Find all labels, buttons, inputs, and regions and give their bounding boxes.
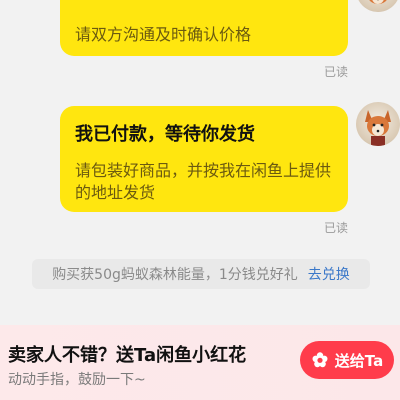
read-status: 已读 [323,65,348,79]
fox-avatar-icon [369,0,387,4]
avatar[interactable] [356,102,400,146]
send-flower-title: 卖家人不错？送Ta闲鱼小红花 [8,345,247,366]
avatar[interactable] [356,0,400,12]
message-title: 我已付款，等待你发货 [75,124,255,145]
send-flower-label: 送给Ta [334,351,384,370]
send-flower-description: 动动手指，鼓励一下~ [8,372,146,388]
message-subtitle: 请双方沟通及时确认价格 [75,25,252,44]
message-subtitle: 请包装好商品，并按我在闲鱼上提供的地址发货 [75,161,332,202]
message-bubble[interactable]: 请双方沟通及时确认价格 [60,0,348,56]
promo-banner: 购买获50g蚂蚁森林能量，1分钱兑好礼 去兑换 [32,259,370,289]
flower-icon [312,352,328,368]
redeem-link[interactable]: 去兑换 [308,264,350,284]
send-flower-button[interactable]: 送给Ta [300,341,394,379]
promo-text: 购买获50g蚂蚁森林能量，1分钱兑好礼 [52,267,298,283]
fox-avatar-icon [365,110,391,146]
message-bubble[interactable]: 我已付款，等待你发货 请包装好商品，并按我在闲鱼上提供的地址发货 [60,106,348,212]
read-status: 已读 [323,221,348,235]
